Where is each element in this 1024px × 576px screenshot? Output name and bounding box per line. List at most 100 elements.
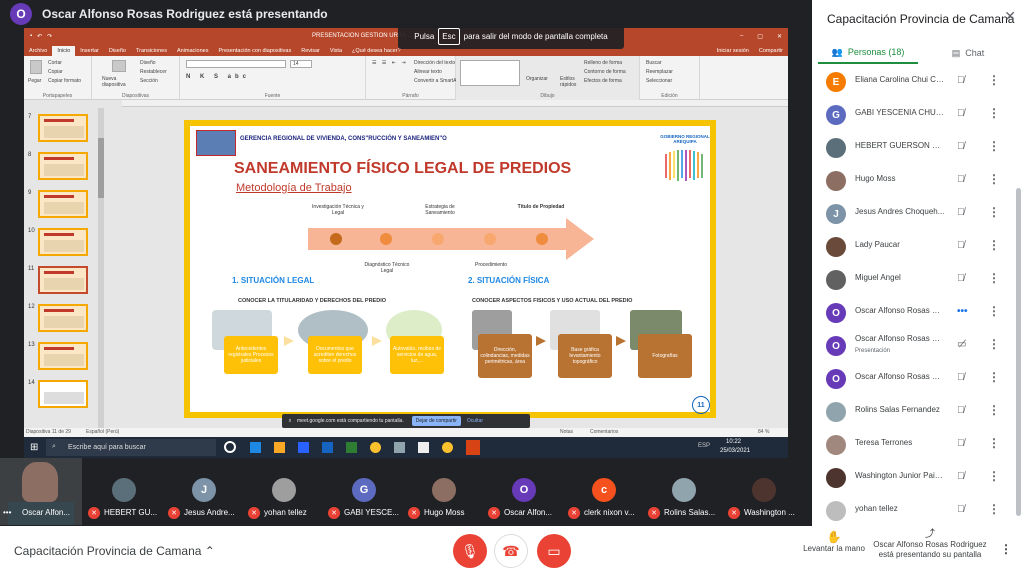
sign-in-link[interactable]: Iniciar sesión bbox=[712, 46, 754, 56]
more-options-icon[interactable]: ⋮ bbox=[988, 172, 1000, 186]
font-name-field[interactable] bbox=[186, 60, 286, 68]
arrange-button[interactable]: Organizar bbox=[526, 76, 548, 82]
find-button[interactable]: Buscar bbox=[646, 60, 662, 66]
more-options-icon[interactable]: ⋮ bbox=[988, 502, 1000, 516]
stop-sharing-button[interactable]: Dejar de compartir bbox=[411, 416, 461, 426]
participant-row[interactable]: O Oscar Alfonso Rosas Ro... Presentación ▭̸… bbox=[812, 330, 1012, 363]
quick-styles-button[interactable]: Estilos rápidos bbox=[560, 76, 580, 88]
section-button[interactable]: Sección bbox=[140, 78, 158, 84]
participant-tile[interactable]: O ✕ Oscar Alfon... bbox=[484, 458, 564, 525]
tab-revisar[interactable]: Revisar bbox=[296, 46, 325, 56]
tab-people[interactable]: 👥 Personas (18) bbox=[818, 42, 918, 64]
participant-tile[interactable]: ✕ Hugo Moss bbox=[404, 458, 484, 525]
store-icon[interactable] bbox=[298, 442, 309, 453]
mic-toggle-button[interactable]: 🎙 bbox=[453, 534, 487, 568]
more-options-icon[interactable]: ⋮ bbox=[1000, 542, 1012, 556]
leave-call-button[interactable]: ☎ bbox=[494, 534, 528, 568]
participant-row[interactable]: Lady Paucar 🎙̸ ⋮ bbox=[812, 231, 1012, 264]
more-options-icon[interactable]: ••• bbox=[3, 508, 11, 517]
participant-tile[interactable]: J ✕ Jesus Andre... bbox=[164, 458, 244, 525]
more-options-icon[interactable]: ⋮ bbox=[988, 403, 1000, 417]
more-options-icon[interactable]: ⋮ bbox=[988, 205, 1000, 219]
shape-effects-button[interactable]: Efectos de forma bbox=[584, 78, 622, 84]
zoom-level[interactable]: 84 % bbox=[758, 429, 769, 435]
participant-row[interactable]: J Jesus Andres Choqueh... 🎙̸ ⋮ bbox=[812, 198, 1012, 231]
word-icon[interactable] bbox=[322, 442, 333, 453]
tab-archivo[interactable]: Archivo bbox=[24, 46, 52, 56]
taskbar-language[interactable]: ESP bbox=[698, 443, 710, 449]
app-icon[interactable] bbox=[418, 442, 429, 453]
tab-transiciones[interactable]: Transiciones bbox=[131, 46, 172, 56]
excel-icon[interactable] bbox=[346, 442, 357, 453]
tab-diseno[interactable]: Diseño bbox=[104, 46, 131, 56]
paste-button[interactable]: Pegar bbox=[28, 78, 41, 84]
slide-thumbnail[interactable] bbox=[38, 190, 88, 218]
shapes-gallery[interactable] bbox=[460, 60, 520, 86]
chrome-icon[interactable] bbox=[370, 442, 381, 453]
more-options-icon[interactable]: ⋮ bbox=[988, 73, 1000, 87]
text-direction-button[interactable]: Dirección del texto bbox=[414, 60, 455, 66]
slide-thumbnail[interactable] bbox=[38, 380, 88, 408]
participant-tile[interactable]: ✕ Rolins Salas... bbox=[644, 458, 724, 525]
tab-insertar[interactable]: Insertar bbox=[75, 46, 104, 56]
replace-button[interactable]: Reemplazar bbox=[646, 69, 673, 75]
self-video-tile[interactable]: ••• Oscar Alfon... bbox=[0, 458, 82, 525]
powerpoint-icon[interactable] bbox=[466, 440, 480, 455]
thumbnail-scrollbar[interactable] bbox=[98, 108, 104, 428]
participant-tile[interactable]: ✕ Washington ... bbox=[724, 458, 804, 525]
new-slide-button[interactable]: Nueva diapositiva bbox=[102, 76, 132, 88]
close-icon[interactable]: ✕ bbox=[777, 33, 782, 40]
participant-row[interactable]: Rolins Salas Fernandez 🎙̸ ⋮ bbox=[812, 396, 1012, 429]
slide-thumbnail[interactable] bbox=[38, 304, 88, 332]
copy-button[interactable]: Copiar bbox=[48, 69, 63, 75]
shape-fill-button[interactable]: Relleno de forma bbox=[584, 60, 622, 66]
tab-chat[interactable]: ▤ Chat bbox=[918, 42, 1018, 64]
new-slide-icon[interactable] bbox=[112, 60, 126, 72]
save-icon[interactable]: ▪ bbox=[30, 33, 32, 40]
more-options-icon[interactable]: ⋮ bbox=[988, 139, 1000, 153]
more-options-icon[interactable]: ⋮ bbox=[988, 370, 1000, 384]
more-options-icon[interactable]: ⋮ bbox=[988, 271, 1000, 285]
notes-button[interactable]: Notas bbox=[560, 429, 573, 435]
participant-tile[interactable]: G ✕ GABI YESCE... bbox=[324, 458, 404, 525]
select-button[interactable]: Seleccionar bbox=[646, 78, 672, 84]
cortana-icon[interactable] bbox=[224, 441, 236, 453]
align-text-button[interactable]: Alinear texto bbox=[414, 69, 442, 75]
participant-row[interactable]: Teresa Terrones 🎙̸ ⋮ bbox=[812, 429, 1012, 462]
minimize-icon[interactable]: – bbox=[740, 33, 743, 40]
layout-button[interactable]: Diseño bbox=[140, 60, 156, 66]
paste-icon[interactable] bbox=[30, 60, 42, 74]
participant-row[interactable]: yohan tellez 🎙̸ ⋮ bbox=[812, 495, 1012, 528]
close-icon[interactable]: ✕ bbox=[1004, 8, 1016, 25]
cut-button[interactable]: Cortar bbox=[48, 60, 62, 66]
comments-button[interactable]: Comentarios bbox=[590, 429, 618, 435]
tab-inicio[interactable]: Inicio bbox=[52, 46, 76, 56]
tab-presentacion[interactable]: Presentación con diapositivas bbox=[213, 46, 296, 56]
participant-tile[interactable]: c ✕ clerk nixon v... bbox=[564, 458, 644, 525]
reset-button[interactable]: Restablecer bbox=[140, 69, 167, 75]
tell-me-search[interactable]: ¿Qué desea hacer? bbox=[347, 46, 406, 56]
camera-toggle-button[interactable]: ▭ bbox=[537, 534, 571, 568]
app-icon[interactable] bbox=[394, 442, 405, 453]
side-panel-scrollbar[interactable] bbox=[1016, 188, 1021, 516]
more-options-icon[interactable]: ⋮ bbox=[988, 106, 1000, 120]
tab-animaciones[interactable]: Animaciones bbox=[172, 46, 214, 56]
more-options-icon[interactable]: ⋮ bbox=[988, 304, 1000, 318]
tab-vista[interactable]: Vista bbox=[325, 46, 347, 56]
participant-row[interactable]: E Eliana Carolina Chui Ch... 🎙̸ ⋮ bbox=[812, 66, 1012, 99]
windows-start-icon[interactable]: ⊞ bbox=[30, 442, 38, 453]
participant-row[interactable]: Hugo Moss 🎙̸ ⋮ bbox=[812, 165, 1012, 198]
edge-icon[interactable] bbox=[250, 442, 261, 453]
more-options-icon[interactable]: ⋮ bbox=[988, 436, 1000, 450]
more-options-icon[interactable]: ⋮ bbox=[988, 337, 1000, 351]
undo-icon[interactable]: ↶ bbox=[37, 33, 42, 40]
font-format-icons[interactable]: N K S abc bbox=[186, 74, 250, 80]
redo-icon[interactable]: ↷ bbox=[47, 33, 52, 40]
participant-row[interactable]: HEBERT GUERSON CC... 🎙̸ ⋮ bbox=[812, 132, 1012, 165]
participant-row[interactable]: O Oscar Alfonso Rosas Ro... ••• ⋮ bbox=[812, 297, 1012, 330]
participant-row[interactable]: Washington Junior Paiz... 🎙̸ ⋮ bbox=[812, 462, 1012, 495]
slide-thumbnail[interactable] bbox=[38, 342, 88, 370]
slide-thumbnail[interactable] bbox=[38, 228, 88, 256]
slide-thumbnail-selected[interactable] bbox=[38, 266, 88, 294]
slide-thumbnail[interactable] bbox=[38, 114, 88, 142]
